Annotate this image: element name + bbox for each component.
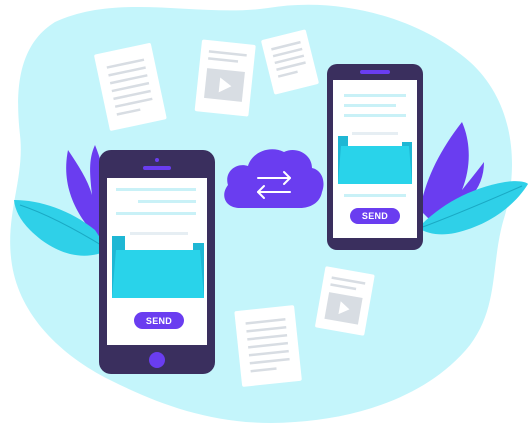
file-transfer-illustration: SEND SEND [10,4,528,423]
video-document-bottom [315,266,375,336]
document-bottom-center [234,305,302,387]
video-document-top [194,39,256,117]
front-camera [155,158,159,162]
send-button-label: SEND [146,316,172,326]
right-phone: SEND [327,64,423,250]
folder-icon [338,132,412,184]
folder-icon [112,232,204,298]
text-line [344,104,396,107]
text-line [344,194,406,197]
text-line [344,94,406,97]
left-phone: SEND [99,150,215,374]
text-line [344,114,406,117]
text-line [116,188,196,191]
text-line [116,212,196,215]
send-button-label: SEND [362,211,388,221]
speaker [143,166,171,170]
speaker [360,70,390,74]
home-button [149,352,165,368]
text-line [138,200,196,203]
